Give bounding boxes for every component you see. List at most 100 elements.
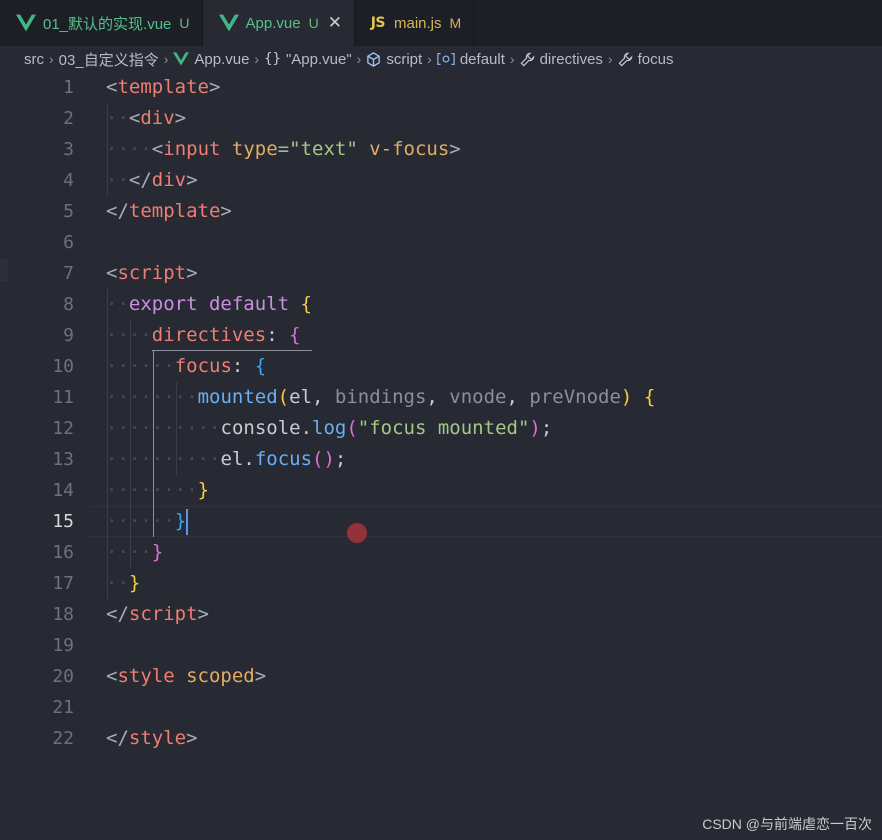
code-token: > (197, 603, 209, 625)
chevron-right-icon: › (607, 51, 613, 67)
line-number: 18 (52, 604, 74, 625)
code-token: style (128, 727, 187, 749)
code-token: input (163, 138, 221, 160)
code-editor[interactable]: 1 2 3 4 5 6 7 8 9 10 11 12 13 14 15 16 17 18 19 20 21 22 ·· ··… (0, 72, 882, 840)
vue-icon (173, 52, 190, 66)
code-line: } (198, 475, 209, 506)
whitespace-dots: ·········· (106, 417, 221, 439)
line-number: 16 (52, 542, 74, 563)
code-token: < (106, 262, 118, 284)
code-token: > (186, 727, 198, 749)
code-line: <div> (129, 103, 186, 134)
line-number: 15 (52, 511, 74, 532)
line-number: 9 (63, 325, 74, 346)
braces-icon: {} (264, 51, 281, 67)
code-token: ) (620, 386, 633, 408)
code-line: </script> (106, 599, 209, 630)
line-number: 1 (63, 77, 74, 98)
code-token: ; (540, 417, 553, 439)
breadcrumb-focus[interactable]: focus (618, 51, 673, 68)
breadcrumb-src[interactable]: src (24, 51, 44, 68)
line-number: 2 (63, 108, 74, 129)
code-token: ; (334, 448, 347, 470)
indent-guide (152, 351, 154, 537)
code-token: < (151, 138, 164, 160)
indent-guide (107, 103, 108, 196)
whitespace-dots: ······ (106, 355, 175, 377)
code-token: v-focus (369, 138, 450, 160)
tab-app-vue[interactable]: App.vue U ✕ (202, 0, 355, 46)
code-token: : (231, 355, 255, 377)
code-token: </ (128, 169, 152, 191)
line-number: 22 (52, 728, 74, 749)
breadcrumb-script[interactable]: script (366, 51, 422, 68)
mouse-pointer-indicator (347, 523, 367, 543)
code-token: style (117, 665, 175, 687)
whitespace-dots: ·· (106, 169, 129, 191)
code-token: { (254, 355, 267, 377)
modified-badge: M (449, 15, 462, 31)
tab-label: main.js (393, 14, 442, 32)
code-line: </style> (106, 723, 198, 754)
breadcrumb-module[interactable]: {} "App.vue" (264, 51, 352, 68)
line-number: 10 (52, 356, 74, 377)
code-line: <style scoped> (106, 661, 266, 692)
chevron-right-icon: › (49, 51, 54, 67)
line-number: 19 (52, 635, 74, 656)
line-number: 3 (63, 139, 74, 160)
code-token: template (128, 200, 221, 222)
tab-01-default-vue[interactable]: 01_默认的实现.vue U (0, 0, 203, 46)
code-token: { (289, 324, 301, 346)
code-area[interactable]: ·· ···· ······ ········ ·········· ··········… (106, 72, 882, 840)
breadcrumb-directives[interactable]: directives (520, 51, 603, 68)
code-token: = (277, 138, 290, 160)
code-token: ) (529, 417, 541, 439)
chevron-right-icon: › (427, 51, 432, 67)
indent-guide (175, 382, 177, 475)
code-token: } (128, 572, 141, 594)
code-token: > (254, 665, 267, 687)
breadcrumb-folder[interactable]: 03_自定义指令 (59, 49, 159, 70)
untracked-badge: U (308, 15, 319, 31)
code-token: el. (220, 448, 255, 470)
breadcrumb-file[interactable]: App.vue (173, 51, 249, 68)
code-line: console.log("focus mounted"); (221, 413, 553, 444)
code-line: mounted(el, bindings, vnode, preVnode) { (198, 382, 656, 413)
code-token: < (128, 107, 141, 129)
code-token: } (151, 541, 164, 563)
line-number: 7 (63, 263, 74, 284)
breadcrumb-default[interactable]: default (437, 51, 505, 68)
code-token: preVnode (529, 386, 621, 408)
text-caret (186, 509, 189, 535)
code-token: default (208, 293, 290, 315)
code-token: focus (254, 448, 313, 470)
close-icon[interactable]: ✕ (328, 13, 342, 33)
whitespace-dots: ······ (106, 510, 175, 532)
untracked-badge: U (179, 15, 190, 31)
code-line: } (175, 506, 186, 537)
code-line: <input type="text" v-focus> (152, 134, 461, 165)
code-token: { (300, 293, 312, 315)
code-token: scoped (186, 665, 255, 687)
code-token: ( (277, 386, 290, 408)
indent-guide (129, 320, 131, 568)
line-number: 13 (52, 449, 74, 470)
whitespace-dots: ·· (106, 107, 129, 129)
code-token: script (117, 262, 187, 284)
breadcrumb: src › 03_自定义指令 › App.vue › {} "App.vue" … (0, 46, 882, 72)
chevron-right-icon: › (356, 51, 362, 67)
tab-main-js[interactable]: JS main.js M (355, 0, 475, 46)
code-token: </ (106, 200, 129, 222)
whitespace-dots: ·········· (106, 448, 221, 470)
code-token: vnode (449, 386, 507, 408)
whitespace-dots: ·· (106, 293, 129, 315)
chevron-right-icon: › (254, 51, 260, 67)
tab-label: App.vue (245, 14, 301, 32)
code-token: bindings (334, 386, 427, 408)
line-number: 11 (52, 387, 74, 408)
